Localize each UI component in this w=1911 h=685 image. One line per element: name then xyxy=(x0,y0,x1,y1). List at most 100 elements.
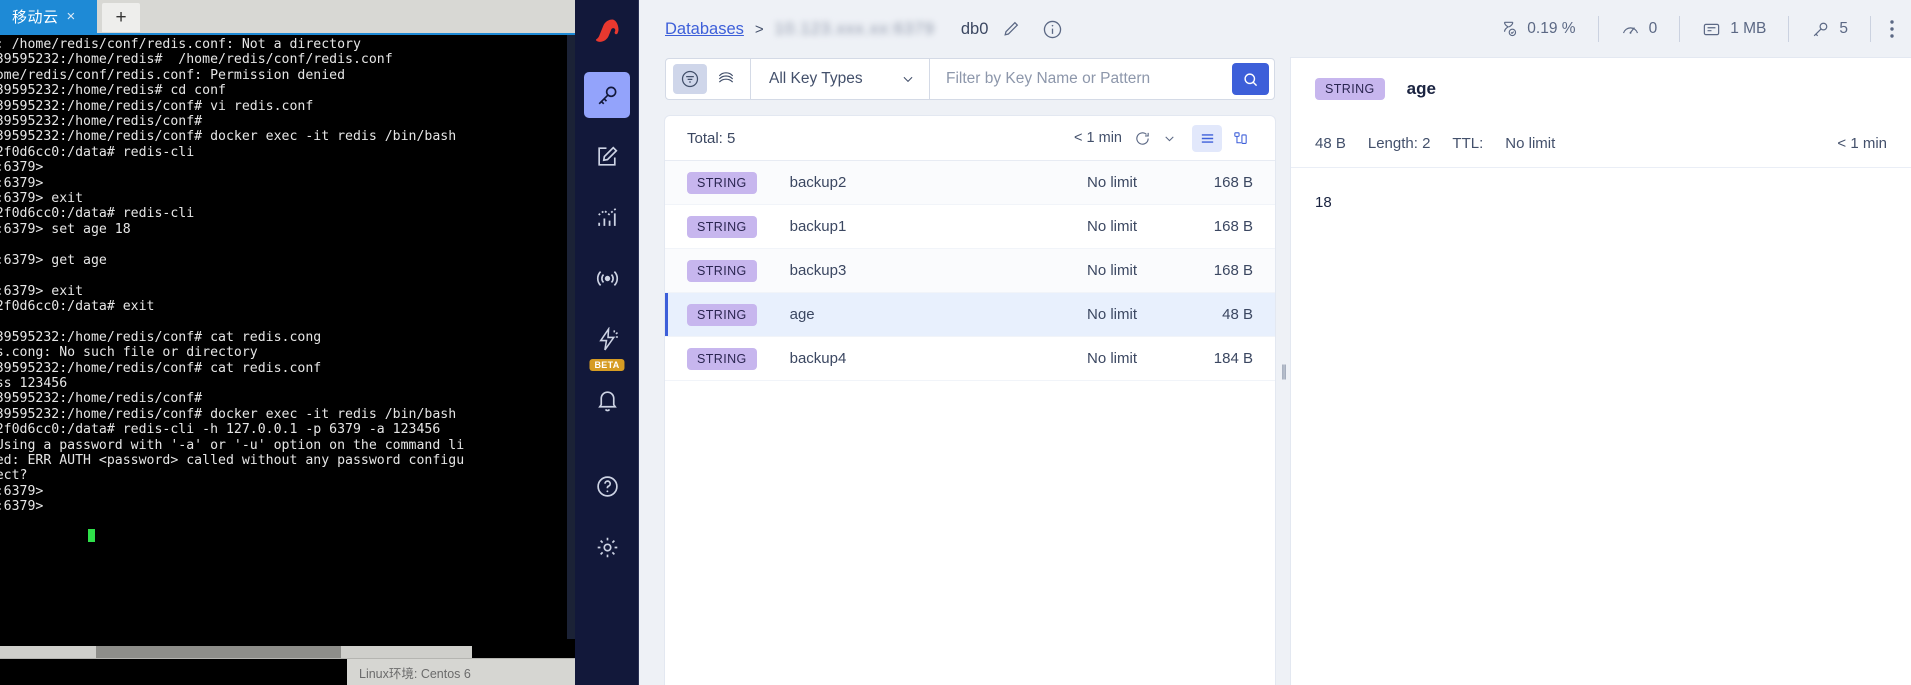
sidebar-nav-items: BETA xyxy=(575,62,639,570)
status-badge: STRING xyxy=(687,171,757,194)
key-size-value: 48 B xyxy=(1315,135,1346,152)
terminal-tab-title: 移动云 xyxy=(12,9,59,26)
beta-badge: BETA xyxy=(589,359,625,371)
sidebar-item-settings[interactable] xyxy=(584,524,630,570)
question-circle-icon xyxy=(595,474,620,499)
search-input[interactable]: Filter by Key Name or Pattern xyxy=(946,70,1150,88)
terminal-cursor xyxy=(88,529,95,542)
pencil-icon[interactable] xyxy=(1001,20,1020,39)
sidebar-item-browser[interactable] xyxy=(584,72,630,118)
list-view-icon xyxy=(1199,130,1216,147)
stat-keys-value: 5 xyxy=(1839,20,1848,37)
key-ttl: No limit xyxy=(1087,306,1138,323)
key-ttl: No limit xyxy=(1087,262,1138,279)
panel-resizer[interactable]: || xyxy=(1275,58,1291,685)
terminal-output-area[interactable]: n: cd: /home/redis/conf/redis.conf: Not … xyxy=(0,33,575,639)
header-stats: 0.19 % 0 1 MB 5 xyxy=(1478,0,1911,58)
close-icon[interactable]: × xyxy=(67,8,76,25)
key-ttl-label: TTL: xyxy=(1452,135,1484,152)
memory-card-icon xyxy=(1702,20,1721,39)
key-icon xyxy=(1811,20,1830,39)
terminal-tab-bar: 移动云 × + xyxy=(0,0,575,33)
key-name: backup1 xyxy=(789,218,847,235)
table-row[interactable]: STRING backup2 No limit 168 B xyxy=(665,161,1275,205)
gauge-icon xyxy=(1621,20,1640,39)
key-size: 168 B xyxy=(1213,262,1253,279)
terminal-window: 移动云 × + n: cd: /home/redis/conf/redis.co… xyxy=(0,0,575,685)
sidebar-item-triggers[interactable]: BETA xyxy=(584,316,630,371)
chevron-down-icon xyxy=(901,72,915,86)
list-view-button[interactable] xyxy=(1192,124,1222,152)
terminal-right-edge xyxy=(567,35,575,639)
key-type-label: All Key Types xyxy=(769,70,863,87)
scan-mode-button[interactable] xyxy=(709,64,743,94)
layers-icon xyxy=(716,69,736,89)
gear-icon xyxy=(595,535,620,560)
key-size: 168 B xyxy=(1213,174,1253,191)
keys-panel: Total: 5 < 1 min STRING backup2 No limit… xyxy=(665,116,1275,685)
app-header: Databases > 10.123.xxx.xx:6379 db0 0.19 … xyxy=(639,0,1911,58)
key-ttl: No limit xyxy=(1087,350,1138,367)
new-tab-button[interactable]: + xyxy=(102,3,140,32)
sidebar-item-analysis[interactable] xyxy=(584,194,630,240)
table-row[interactable]: STRING backup3 No limit 168 B xyxy=(665,249,1275,293)
redis-logo-icon[interactable] xyxy=(575,0,639,62)
key-size: 168 B xyxy=(1213,218,1253,235)
key-size: 184 B xyxy=(1213,350,1253,367)
stat-keys: 5 xyxy=(1789,16,1871,42)
edit-document-icon xyxy=(595,144,620,169)
redisinsight-app: BETA Databases > 10.123.xxx.xx:6379 db0 … xyxy=(575,0,1911,685)
search-input-wrapper[interactable]: Filter by Key Name or Pattern xyxy=(930,59,1232,99)
linux-environment-label: Linux环境: Centos 6 xyxy=(359,666,471,681)
key-name: backup2 xyxy=(789,174,847,191)
bell-icon xyxy=(595,388,620,413)
keys-panel-header: Total: 5 < 1 min xyxy=(665,116,1275,161)
info-circle-icon[interactable] xyxy=(1042,19,1063,40)
tree-view-button[interactable] xyxy=(1225,125,1255,152)
key-size: 48 B xyxy=(1222,306,1253,323)
key-ttl: No limit xyxy=(1087,174,1138,191)
sidebar-item-notifications[interactable] xyxy=(584,377,630,423)
key-ttl: No limit xyxy=(1087,218,1138,235)
key-type-select[interactable]: All Key Types xyxy=(750,59,930,99)
status-bar-spacer xyxy=(0,658,347,685)
stat-memory-value: 1 MB xyxy=(1730,20,1767,37)
terminal-tab[interactable]: 移动云 × xyxy=(0,0,97,33)
key-icon xyxy=(595,83,620,108)
last-refresh-label: < 1 min xyxy=(1074,130,1122,146)
key-value-content[interactable]: 18 xyxy=(1291,168,1911,237)
key-details-title: STRING age xyxy=(1291,58,1911,120)
key-updated-value: < 1 min xyxy=(1837,135,1887,152)
breadcrumb-separator: > xyxy=(754,20,764,38)
keys-browser-column: All Key Types Filter by Key Name or Patt… xyxy=(665,58,1275,685)
table-row[interactable]: STRING backup1 No limit 168 B xyxy=(665,205,1275,249)
status-badge: STRING xyxy=(687,347,757,370)
key-details-meta: 48 B Length: 2 TTL: No limit < 1 min xyxy=(1291,120,1911,168)
stat-cpu: 0.19 % xyxy=(1478,16,1599,42)
refresh-icon[interactable] xyxy=(1134,130,1151,147)
table-row[interactable]: STRING backup4 No limit 184 B xyxy=(665,337,1275,381)
key-length-value: Length: 2 xyxy=(1367,135,1431,152)
chevron-down-icon[interactable] xyxy=(1163,132,1176,145)
broadcast-icon xyxy=(595,266,620,291)
database-index-label: db0 xyxy=(960,19,989,38)
status-badge: STRING xyxy=(687,303,757,326)
table-row-selected[interactable]: STRING age No limit 48 B xyxy=(665,293,1275,337)
stat-memory: 1 MB xyxy=(1680,16,1790,42)
stat-connections-value: 0 xyxy=(1648,20,1658,37)
more-vertical-icon[interactable] xyxy=(1871,18,1911,40)
status-badge: STRING xyxy=(687,215,757,238)
filter-mode-button[interactable] xyxy=(673,64,707,94)
key-name: age xyxy=(789,306,815,323)
app-main: Databases > 10.123.xxx.xx:6379 db0 0.19 … xyxy=(639,0,1911,685)
sidebar-item-pubsub[interactable] xyxy=(584,255,630,301)
view-toggle-group xyxy=(1192,124,1255,152)
breadcrumb-databases-link[interactable]: Databases xyxy=(665,20,744,39)
sidebar-divider xyxy=(638,0,639,685)
search-button[interactable] xyxy=(1232,63,1269,95)
keys-panel-header-actions: < 1 min xyxy=(1074,124,1255,152)
tree-view-icon xyxy=(1232,130,1249,147)
sidebar-item-workbench[interactable] xyxy=(584,133,630,179)
sidebar-item-help[interactable] xyxy=(584,463,630,509)
key-ttl-value[interactable]: No limit xyxy=(1505,135,1555,152)
